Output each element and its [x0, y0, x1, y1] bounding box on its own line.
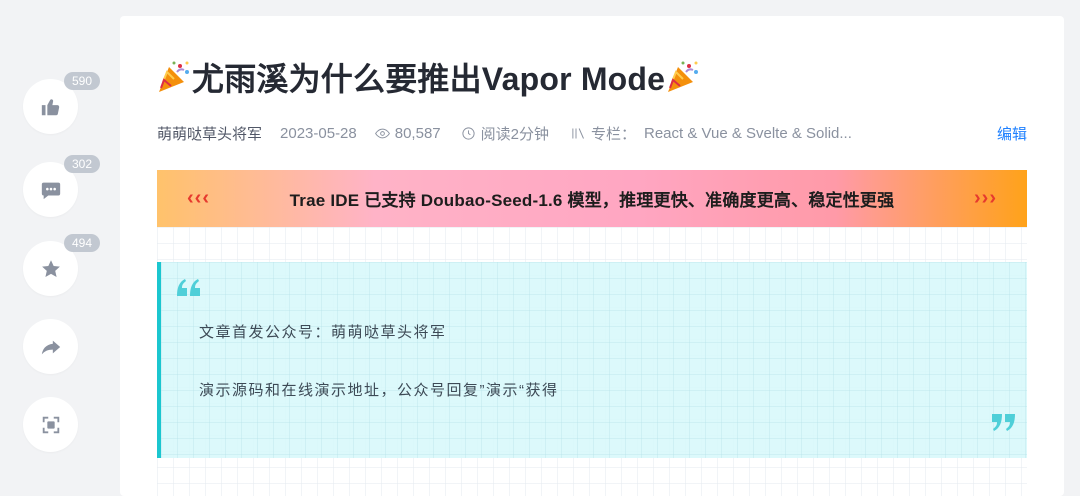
- fullscreen-icon: [42, 416, 59, 433]
- article-card: 尤雨溪为什么要推出Vapor Mode 萌萌哒草头将军 2023-05-28 8…: [120, 16, 1064, 496]
- quote-close-icon: [992, 414, 1015, 431]
- article-title-text: 尤雨溪为什么要推出Vapor Mode: [192, 61, 666, 97]
- column-label: 专栏：: [590, 125, 636, 143]
- clock-icon: [462, 126, 475, 140]
- fullscreen-button[interactable]: [23, 397, 78, 452]
- quote-line: 文章首发公众号：萌萌哒草头将军: [199, 324, 447, 341]
- column-name-link[interactable]: React & Vue & Svelte & Solid...: [644, 125, 852, 142]
- quote-line: 演示源码和在线演示地址，公众号回复”演示“获得: [199, 382, 559, 399]
- share-button[interactable]: [23, 319, 78, 374]
- read-time-text: 阅读2分钟: [480, 125, 549, 143]
- like-count-badge: 590: [64, 72, 100, 90]
- article-meta: 萌萌哒草头将军 2023-05-28 80,587 阅读2分钟 专栏： Reac…: [157, 123, 1027, 143]
- edit-link[interactable]: 编辑: [997, 123, 1027, 144]
- thumbs-up-icon: [41, 98, 59, 115]
- banner-left-arrows: ‹‹‹: [187, 187, 210, 209]
- star-icon: [41, 259, 60, 277]
- blockquote: 文章首发公众号：萌萌哒草头将军 演示源码和在线演示地址，公众号回复”演示“获得: [157, 262, 1027, 458]
- banner-text: Trae IDE 已支持 Doubao-Seed-1.6 模型，推理更快、准确度…: [289, 191, 895, 210]
- author-name-link[interactable]: 萌萌哒草头将军: [157, 123, 262, 144]
- party-popper-icon: [159, 61, 189, 92]
- comment-count-badge: 302: [64, 155, 100, 173]
- banner-right-arrows: ›››: [974, 187, 997, 209]
- quote-open-icon: [177, 279, 200, 296]
- article-title: 尤雨溪为什么要推出Vapor Mode: [156, 54, 701, 100]
- promo-banner[interactable]: ‹‹‹ Trae IDE 已支持 Doubao-Seed-1.6 模型，推理更快…: [157, 170, 1027, 227]
- read-time: 阅读2分钟: [461, 123, 549, 144]
- party-popper-icon: [668, 61, 699, 92]
- comment-button[interactable]: 302: [23, 155, 100, 217]
- view-count-text: 80,587: [394, 124, 441, 142]
- article-side-actions: 590 302 494: [0, 0, 110, 482]
- article-body: 文章首发公众号：萌萌哒草头将军 演示源码和在线演示地址，公众号回复”演示“获得: [157, 227, 1027, 496]
- share-icon: [41, 340, 60, 354]
- column-info: 专栏： React & Vue & Svelte & Solid...: [571, 123, 852, 144]
- collect-count-badge: 494: [64, 234, 100, 252]
- collect-button[interactable]: 494: [23, 234, 100, 296]
- like-button[interactable]: 590: [23, 72, 100, 134]
- comment-icon: [41, 182, 60, 199]
- column-icon: [572, 127, 584, 139]
- eye-icon: [374, 128, 390, 138]
- view-count: 80,587: [374, 124, 441, 142]
- publish-date: 2023-05-28: [280, 124, 357, 142]
